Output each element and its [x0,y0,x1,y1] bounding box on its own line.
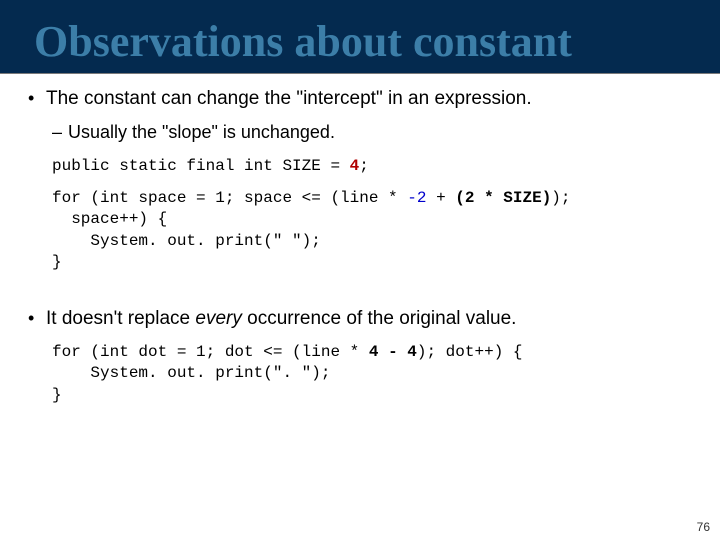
bullet-2-b: every [195,308,241,329]
code-3-l1a: for (int dot = 1; dot <= (line * [52,343,369,361]
code-3-l3: } [52,386,62,404]
code-2-l1a: for (int space = 1; space <= (line * [52,189,407,207]
bullet-2: It doesn't replace every occurrence of t… [24,306,696,332]
code-2-l3: System. out. print(" "); [52,232,321,250]
code-2-l1d: (2 * SIZE) [455,189,551,207]
code-3-l2: System. out. print(". "); [52,364,330,382]
code-3-l1c: ); dot++) { [417,343,523,361]
code-2-l4: } [52,253,62,271]
code-block-2: for (int space = 1; space <= (line * -2 … [52,188,696,274]
slide-title: Observations about constant [34,16,572,67]
code-block-3: for (int dot = 1; dot <= (line * 4 - 4);… [52,342,696,407]
code-2-l1e: ); [551,189,570,207]
code-1-l1c: ; [359,157,369,175]
subbullet-1: Usually the "slope" is unchanged. [24,120,696,144]
code-3-l1b: 4 - 4 [369,343,417,361]
bullet-1-text: The constant can change the "intercept" … [46,88,532,109]
bullet-2-a: It doesn't replace [46,308,195,329]
slide-body: The constant can change the "intercept" … [24,86,696,412]
code-1-l1b: 4 [350,157,360,175]
code-2-l2: space++) { [52,210,167,228]
code-block-1: public static final int SIZE = 4; [52,156,696,178]
bullet-1: The constant can change the "intercept" … [24,86,696,112]
code-1-l1a: public static final int SIZE = [52,157,350,175]
subbullet-1-text: Usually the "slope" is unchanged. [68,122,335,142]
code-2-l1c: + [426,189,455,207]
page-number: 76 [697,520,710,534]
bullet-2-c: occurrence of the original value. [242,308,517,329]
code-2-l1b: -2 [407,189,426,207]
